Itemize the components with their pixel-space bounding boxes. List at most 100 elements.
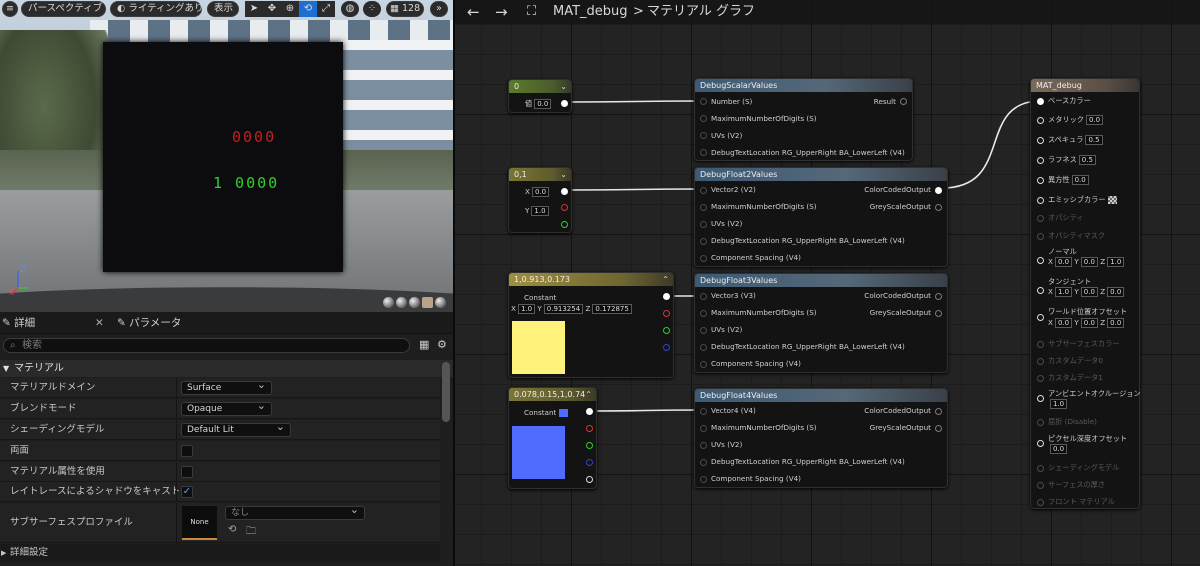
plane-preview-icon[interactable]	[409, 297, 420, 308]
output-pin[interactable]	[935, 204, 942, 211]
grid-snap-button[interactable]: ▦ 128	[386, 1, 424, 17]
input-pin-metallic[interactable]	[1037, 117, 1044, 124]
node-material-output[interactable]: MAT_debug ベースカラー メタリック 0.0 スペキュラ 0.5 ラフネス 0…	[1030, 78, 1141, 509]
tab-details[interactable]: ✎ 詳細	[2, 312, 35, 334]
anisotropy-input[interactable]: 0.0	[1071, 175, 1089, 185]
wpo-y-input[interactable]: 0.0	[1080, 318, 1098, 328]
input-pin-base-color[interactable]	[1037, 98, 1044, 105]
tangent-x-input[interactable]: 1.0	[1054, 287, 1073, 297]
value-input[interactable]: 0.0	[534, 99, 552, 109]
input-pin[interactable]	[700, 115, 707, 122]
normal-z-input[interactable]: 1.0	[1107, 257, 1125, 267]
shading-model-select[interactable]: Default Lit	[181, 421, 291, 437]
show-button[interactable]: 表示	[207, 1, 239, 17]
input-pin[interactable]	[700, 425, 707, 432]
output-pin-a[interactable]	[586, 476, 593, 483]
snap-icon[interactable]: ⁘	[363, 1, 381, 17]
output-pin[interactable]	[935, 187, 942, 194]
output-pin-r[interactable]	[561, 204, 568, 211]
output-pin-r[interactable]	[663, 310, 670, 317]
x-input[interactable]: 0.0	[531, 187, 550, 197]
input-pin[interactable]	[700, 344, 707, 351]
node-debug-float2-values[interactable]: DebugFloat2Values Vector2 (V2) MaximumNu…	[694, 167, 948, 267]
input-pin-pdo[interactable]	[1037, 440, 1044, 447]
tab-parameters[interactable]: ✎ パラメータ	[117, 312, 181, 334]
tab-details-close[interactable]: ✕	[95, 312, 104, 334]
input-pin-ao[interactable]	[1037, 395, 1044, 402]
cylinder-preview-icon[interactable]	[383, 297, 394, 308]
ao-input[interactable]: 1.0	[1050, 399, 1068, 409]
chevron-up-icon[interactable]: ⌃	[662, 273, 669, 286]
chevron-down-icon[interactable]: ⌄	[560, 168, 567, 181]
cube-preview-icon[interactable]	[422, 297, 433, 308]
input-pin[interactable]	[700, 310, 707, 317]
output-pin-g[interactable]	[663, 327, 670, 334]
input-pin[interactable]	[700, 238, 707, 245]
y-input[interactable]: 0.913254	[543, 304, 584, 314]
input-pin[interactable]	[700, 327, 707, 334]
wpo-z-input[interactable]: 0.0	[1107, 318, 1125, 328]
node-debug-float4-values[interactable]: DebugFloat4Values Vector4 (V4) MaximumNu…	[694, 388, 948, 488]
tangent-z-input[interactable]: 0.0	[1107, 287, 1125, 297]
gear-icon[interactable]: ⚙	[437, 338, 447, 351]
input-pin-emissive[interactable]	[1037, 197, 1044, 204]
input-pin[interactable]	[700, 476, 707, 483]
material-graph-canvas[interactable]: ← → ⛶ MAT_debug > マテリアル グラフ 0 ⌄ 値 0.0 0,1 ⌄…	[453, 0, 1200, 566]
input-pin[interactable]	[700, 361, 707, 368]
teapot-preview-icon[interactable]	[435, 297, 446, 308]
sphere-preview-icon[interactable]	[396, 297, 407, 308]
chevron-up-icon[interactable]: ⌃	[585, 388, 592, 401]
output-pin[interactable]	[561, 188, 568, 195]
details-scrollbar[interactable]	[442, 362, 450, 422]
input-pin-roughness[interactable]	[1037, 157, 1044, 164]
specular-input[interactable]: 0.5	[1085, 135, 1103, 145]
node-vector4-constant[interactable]: 0.078,0.15,1,0.74 ⌃ Constant	[508, 387, 597, 489]
material-attributes-checkbox[interactable]	[181, 466, 193, 478]
output-pin[interactable]	[935, 408, 942, 415]
perspective-button[interactable]: パースペクティブ	[21, 1, 106, 17]
output-pin[interactable]	[935, 425, 942, 432]
output-pin[interactable]	[586, 408, 593, 415]
x-input[interactable]: 1.0	[517, 304, 536, 314]
forward-arrow-icon[interactable]: →	[495, 0, 508, 24]
more-button[interactable]: »	[430, 1, 448, 17]
normal-y-input[interactable]: 0.0	[1080, 257, 1098, 267]
input-pin[interactable]	[700, 221, 707, 228]
select-icon[interactable]: ➤	[245, 1, 263, 17]
surface-snap-icon[interactable]: ⤢	[317, 1, 335, 17]
output-pin-g[interactable]	[586, 442, 593, 449]
output-pin-b[interactable]	[663, 344, 670, 351]
output-pin-g[interactable]	[561, 221, 568, 228]
node-scalar-constant[interactable]: 0 ⌄ 値 0.0	[508, 79, 572, 113]
lighting-button[interactable]: ◐ ライティングあり	[110, 1, 204, 17]
input-pin[interactable]	[700, 442, 707, 449]
table-view-icon[interactable]: ▦	[419, 338, 429, 351]
input-pin-anisotropy[interactable]	[1037, 177, 1044, 184]
color-swatch[interactable]	[512, 426, 565, 479]
output-pin-r[interactable]	[586, 425, 593, 432]
output-pin[interactable]	[935, 293, 942, 300]
rotate-icon[interactable]: ⊕	[281, 1, 299, 17]
input-pin-wpo[interactable]	[1037, 314, 1044, 321]
input-pin[interactable]	[700, 98, 707, 105]
output-pin[interactable]	[900, 98, 907, 105]
color-swatch[interactable]	[512, 321, 565, 374]
emissive-swatch[interactable]	[1107, 196, 1117, 204]
output-pin-b[interactable]	[586, 459, 593, 466]
input-pin-specular[interactable]	[1037, 137, 1044, 144]
node-debug-scalar-values[interactable]: DebugScalarValues Number (S) MaximumNumb…	[694, 78, 913, 161]
input-pin[interactable]	[700, 187, 707, 194]
input-pin[interactable]	[700, 204, 707, 211]
section-material-header[interactable]: ▼ マテリアル	[0, 360, 453, 377]
raytraced-shadows-checkbox[interactable]: ✓	[181, 486, 193, 498]
mini-color-swatch[interactable]	[558, 409, 568, 417]
metallic-input[interactable]: 0.0	[1085, 115, 1104, 125]
output-pin[interactable]	[561, 100, 568, 107]
blend-mode-select[interactable]: Opaque	[181, 400, 272, 416]
use-selected-icon[interactable]: ⟲	[228, 524, 236, 535]
section-advanced[interactable]: ▶ 詳細設定	[0, 544, 440, 562]
two-sided-checkbox[interactable]	[181, 445, 193, 457]
input-pin[interactable]	[700, 293, 707, 300]
input-pin[interactable]	[700, 149, 707, 156]
pdo-input[interactable]: 0.0	[1050, 444, 1068, 454]
